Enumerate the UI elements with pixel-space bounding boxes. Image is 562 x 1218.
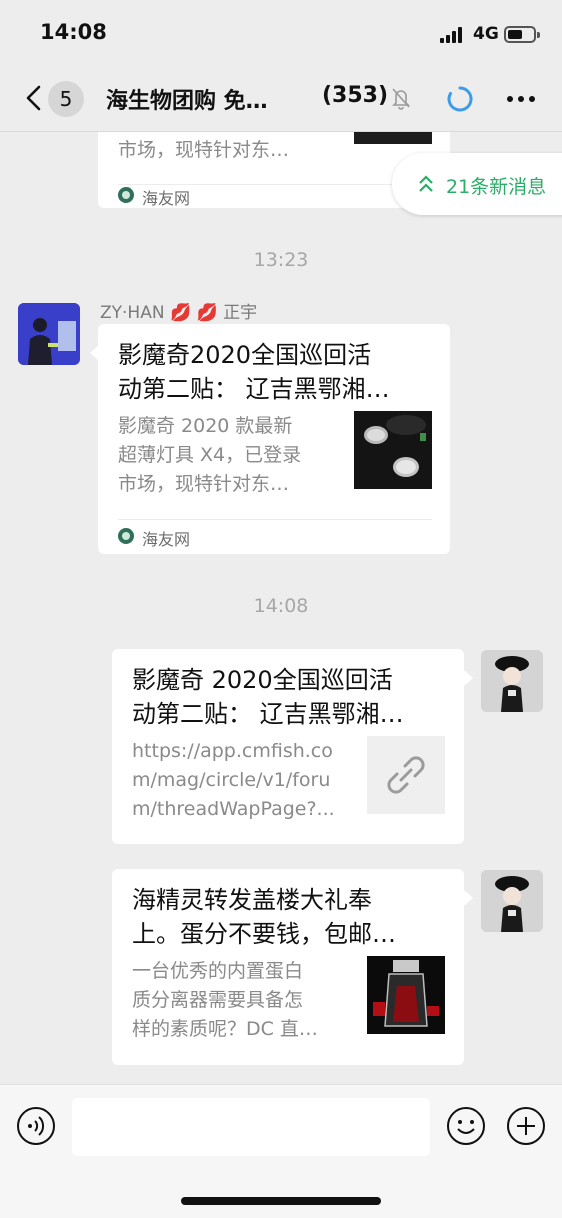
new-messages-button[interactable]: 21条新消息 [392,153,562,215]
avatar-image [18,303,80,365]
chevron-left-icon[interactable] [22,84,48,112]
source-logo-icon [118,528,134,544]
unread-badge[interactable]: 5 [48,81,84,117]
status-time: 14:08 [40,20,107,44]
card-description: m/threadWapPage?... [132,798,335,820]
network-type: 4G [473,24,499,44]
bell-slash-icon [392,88,410,110]
card-thumbnail [367,736,445,814]
card-description: 超薄灯具 X4，已登录 [118,444,302,466]
timestamp: 14:08 [253,595,309,617]
double-chevron-up-icon [419,175,433,192]
avatar[interactable] [18,303,80,365]
battery-icon [504,26,540,43]
link-card-message[interactable]: 影魔奇 2020全国巡回活 动第二贴： 辽吉黑鄂湘… https://app.c… [112,649,464,844]
card-description: 样的素质呢？DC 直… [132,1018,318,1040]
link-card-message[interactable]: 影魔奇2020全国巡回活 动第二贴： 辽吉黑鄂湘… 影魔奇 2020 款最新 超… [98,324,450,554]
card-title: 影魔奇2020全国巡回活 [118,341,372,369]
ellipsis-icon[interactable] [506,95,536,103]
card-title: 上。蛋分不要钱，包邮… [132,920,396,948]
status-bar: 14:08 4G [0,0,562,64]
chat-title[interactable]: 海生物团购 免… [106,83,268,115]
card-thumbnail [354,411,432,489]
voice-icon[interactable] [16,1106,56,1146]
loading-ring-icon [447,86,473,112]
link-icon [387,756,425,794]
card-description: 市场，现特针对东… [118,473,290,495]
message-list[interactable]: 市场，现特针对东… 海友网 13:23 ZY·HAN 💋 💋 正宇 影魔奇202… [0,132,562,1084]
card-description: 影魔奇 2020 款最新 [118,415,293,437]
new-messages-label: 21条新消息 [446,176,547,198]
card-title: 动第二贴： 辽吉黑鄂湘… [132,700,404,728]
card-description: 一台优秀的内置蛋白 [132,960,304,982]
card-divider [118,519,432,520]
chat-header: 5 海生物团购 免… (353) [0,64,562,132]
emoji-icon[interactable] [446,1106,486,1146]
timestamp: 13:23 [253,249,309,271]
message-input[interactable] [72,1098,430,1156]
card-source: 海友网 [142,189,191,208]
source-logo-icon [118,187,134,203]
card-title: 动第二贴： 辽吉黑鄂湘… [118,375,390,403]
home-indicator [181,1197,381,1205]
avatar-image [481,870,543,932]
card-title: 海精灵转发盖楼大礼奉 [132,886,372,914]
card-source: 海友网 [142,530,191,549]
card-description: https://app.cmfish.co [132,740,333,762]
link-card-message[interactable]: 海精灵转发盖楼大礼奉 上。蛋分不要钱，包邮… 一台优秀的内置蛋白 质分离器需要具… [112,869,464,1065]
lamp-product-image [354,411,432,489]
avatar[interactable] [481,870,543,932]
card-title: 影魔奇 2020全国巡回活 [132,666,393,694]
sender-name: ZY·HAN 💋 💋 正宇 [100,303,258,323]
plus-icon[interactable] [506,1106,546,1146]
card-description: 市场，现特针对东… [118,139,290,161]
avatar-image [481,650,543,712]
bubble-tail [464,670,473,686]
member-count: (353) [322,83,389,108]
skimmer-product-image [367,956,445,1034]
card-thumbnail [367,956,445,1034]
avatar[interactable] [481,650,543,712]
card-thumbnail [354,132,432,144]
bubble-tail [464,890,473,906]
signal-icon [440,27,466,43]
card-description: m/mag/circle/v1/foru [132,769,331,791]
card-description: 质分离器需要具备怎 [132,989,304,1011]
